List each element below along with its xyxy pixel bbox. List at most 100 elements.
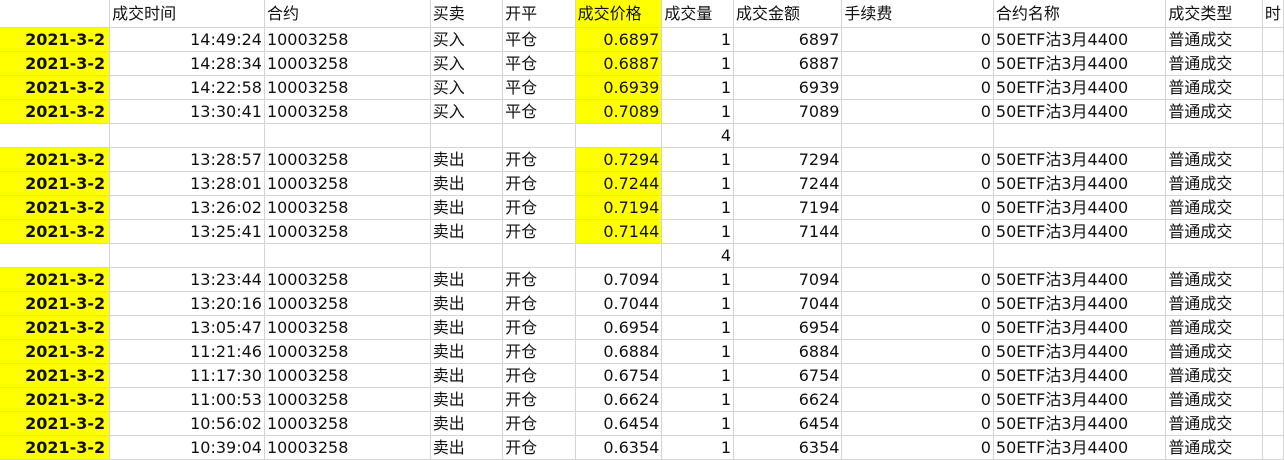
- cell-fee[interactable]: 0: [841, 75, 994, 100]
- cell-price[interactable]: 0.7094: [575, 267, 663, 292]
- cell-date[interactable]: 2021-3-2: [0, 219, 111, 244]
- cell-side[interactable]: 卖出: [430, 339, 504, 364]
- cell-tradetype[interactable]: 普通成交: [1165, 27, 1263, 52]
- cell-extra[interactable]: [1262, 219, 1284, 244]
- cell-amount[interactable]: 7294: [733, 147, 843, 172]
- cell-price[interactable]: 0.6754: [575, 363, 663, 388]
- cell-fee[interactable]: 0: [841, 435, 994, 460]
- cell-side[interactable]: 卖出: [430, 435, 504, 460]
- cell-date[interactable]: 2021-3-2: [0, 411, 111, 436]
- cell-qty[interactable]: 1: [661, 27, 735, 52]
- header-cell-name[interactable]: 合约名称: [993, 0, 1167, 28]
- cell-side[interactable]: 买入: [430, 99, 504, 124]
- cell-amount[interactable]: 6939: [733, 75, 843, 100]
- cell-tradetype[interactable]: 普通成交: [1165, 291, 1263, 316]
- cell-tradetype[interactable]: [1165, 123, 1263, 148]
- cell-fee[interactable]: 0: [841, 147, 994, 172]
- cell-contract[interactable]: 10003258: [264, 219, 431, 244]
- cell-qty[interactable]: 1: [661, 291, 735, 316]
- cell-amount[interactable]: 6897: [733, 27, 843, 52]
- cell-fee[interactable]: 0: [841, 219, 994, 244]
- cell-contract[interactable]: 10003258: [264, 387, 431, 412]
- cell-qty-subtotal[interactable]: 4: [661, 123, 735, 148]
- cell-side[interactable]: [430, 123, 504, 148]
- cell-price[interactable]: 0.6354: [575, 435, 663, 460]
- header-cell-openclose[interactable]: 开平: [502, 0, 576, 28]
- cell-fee[interactable]: 0: [841, 363, 994, 388]
- cell-contract[interactable]: 10003258: [264, 363, 431, 388]
- cell-tradetype[interactable]: 普通成交: [1165, 75, 1263, 100]
- cell-tradetype[interactable]: 普通成交: [1165, 267, 1263, 292]
- cell-time[interactable]: 11:21:46: [109, 339, 265, 364]
- cell-time[interactable]: 13:20:16: [109, 291, 265, 316]
- cell-price[interactable]: 0.7044: [575, 291, 663, 316]
- cell-price[interactable]: 0.7144: [575, 219, 663, 244]
- cell-date[interactable]: 2021-3-2: [0, 51, 111, 76]
- cell-time[interactable]: [109, 123, 265, 148]
- cell-openclose[interactable]: 开仓: [502, 267, 576, 292]
- cell-qty[interactable]: 1: [661, 99, 735, 124]
- cell-contract[interactable]: 10003258: [264, 147, 431, 172]
- cell-openclose[interactable]: 平仓: [502, 99, 576, 124]
- cell-name[interactable]: 50ETF沽3月4400: [993, 99, 1167, 124]
- cell-extra[interactable]: [1262, 435, 1284, 460]
- cell-amount[interactable]: 7044: [733, 291, 843, 316]
- cell-qty[interactable]: 1: [661, 75, 735, 100]
- cell-openclose[interactable]: 开仓: [502, 315, 576, 340]
- cell-name[interactable]: 50ETF沽3月4400: [993, 291, 1167, 316]
- header-cell-tradetype[interactable]: 成交类型: [1165, 0, 1263, 28]
- cell-tradetype[interactable]: 普通成交: [1165, 147, 1263, 172]
- cell-contract[interactable]: 10003258: [264, 171, 431, 196]
- cell-name[interactable]: 50ETF沽3月4400: [993, 219, 1167, 244]
- cell-extra[interactable]: [1262, 195, 1284, 220]
- cell-side[interactable]: 卖出: [430, 387, 504, 412]
- cell-openclose[interactable]: 平仓: [502, 51, 576, 76]
- cell-extra[interactable]: [1262, 363, 1284, 388]
- cell-name[interactable]: 50ETF沽3月4400: [993, 75, 1167, 100]
- cell-date[interactable]: 2021-3-2: [0, 195, 111, 220]
- cell-date[interactable]: 2021-3-2: [0, 435, 111, 460]
- cell-name[interactable]: 50ETF沽3月4400: [993, 435, 1167, 460]
- cell-side[interactable]: 卖出: [430, 171, 504, 196]
- cell-fee[interactable]: 0: [841, 315, 994, 340]
- cell-extra[interactable]: [1262, 267, 1284, 292]
- cell-fee[interactable]: 0: [841, 291, 994, 316]
- cell-side[interactable]: 买入: [430, 27, 504, 52]
- cell-openclose[interactable]: [502, 243, 576, 268]
- cell-price[interactable]: 0.6939: [575, 75, 663, 100]
- cell-side[interactable]: 卖出: [430, 291, 504, 316]
- cell-amount[interactable]: 6884: [733, 339, 843, 364]
- header-cell-amount[interactable]: 成交金额: [733, 0, 843, 28]
- cell-tradetype[interactable]: 普通成交: [1165, 387, 1263, 412]
- cell-name[interactable]: 50ETF沽3月4400: [993, 195, 1167, 220]
- cell-extra[interactable]: [1262, 387, 1284, 412]
- cell-openclose[interactable]: 开仓: [502, 435, 576, 460]
- cell-price[interactable]: 0.6624: [575, 387, 663, 412]
- cell-price[interactable]: 0.7194: [575, 195, 663, 220]
- cell-fee[interactable]: 0: [841, 339, 994, 364]
- cell-name[interactable]: 50ETF沽3月4400: [993, 27, 1167, 52]
- cell-contract[interactable]: 10003258: [264, 195, 431, 220]
- cell-price[interactable]: 0.7089: [575, 99, 663, 124]
- header-cell-qty[interactable]: 成交量: [661, 0, 735, 28]
- cell-price[interactable]: 0.7244: [575, 171, 663, 196]
- cell-contract[interactable]: [264, 243, 431, 268]
- cell-contract[interactable]: 10003258: [264, 267, 431, 292]
- cell-side[interactable]: 卖出: [430, 363, 504, 388]
- cell-contract[interactable]: [264, 123, 431, 148]
- cell-name[interactable]: 50ETF沽3月4400: [993, 411, 1167, 436]
- cell-openclose[interactable]: 开仓: [502, 171, 576, 196]
- cell-date[interactable]: [0, 123, 111, 148]
- cell-openclose[interactable]: 开仓: [502, 219, 576, 244]
- cell-qty[interactable]: 1: [661, 267, 735, 292]
- cell-amount[interactable]: 7244: [733, 171, 843, 196]
- cell-fee[interactable]: 0: [841, 171, 994, 196]
- cell-fee[interactable]: 0: [841, 411, 994, 436]
- cell-name[interactable]: 50ETF沽3月4400: [993, 171, 1167, 196]
- cell-price[interactable]: 0.6887: [575, 51, 663, 76]
- cell-date[interactable]: 2021-3-2: [0, 291, 111, 316]
- cell-amount[interactable]: 7089: [733, 99, 843, 124]
- cell-contract[interactable]: 10003258: [264, 27, 431, 52]
- cell-price[interactable]: 0.6897: [575, 27, 663, 52]
- cell-fee[interactable]: 0: [841, 27, 994, 52]
